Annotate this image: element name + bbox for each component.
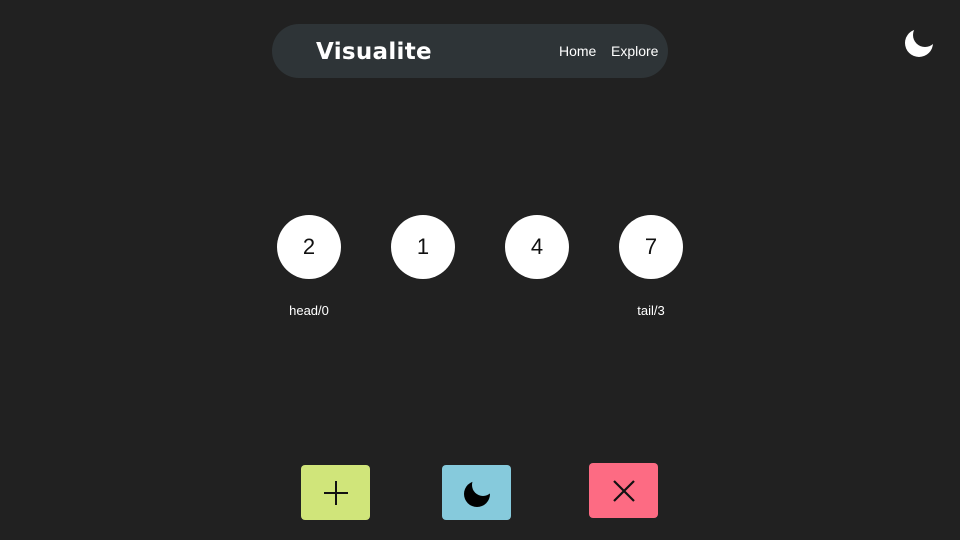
add-node-button[interactable]	[301, 465, 370, 520]
nav-link-explore[interactable]: Explore	[611, 42, 658, 60]
plus-icon	[323, 480, 348, 505]
list-node[interactable]: 7	[619, 215, 683, 279]
tail-label: tail/3	[637, 303, 665, 318]
navbar: Visualite Home Explore	[272, 24, 668, 78]
nav-link-home[interactable]: Home	[559, 42, 596, 60]
list-node[interactable]: 2	[277, 215, 341, 279]
moon-icon	[905, 29, 933, 57]
close-icon	[612, 479, 635, 502]
remove-node-button[interactable]	[589, 463, 658, 518]
moon-icon	[463, 480, 490, 507]
list-node[interactable]: 1	[391, 215, 455, 279]
head-label: head/0	[289, 303, 329, 318]
theme-toggle-button[interactable]	[902, 26, 936, 60]
page: Visualite Home Explore 2 1 4 7 head/0 ta…	[0, 0, 960, 540]
brand-logo[interactable]: Visualite	[316, 38, 432, 66]
theme-button[interactable]	[442, 465, 511, 520]
list-node[interactable]: 4	[505, 215, 569, 279]
